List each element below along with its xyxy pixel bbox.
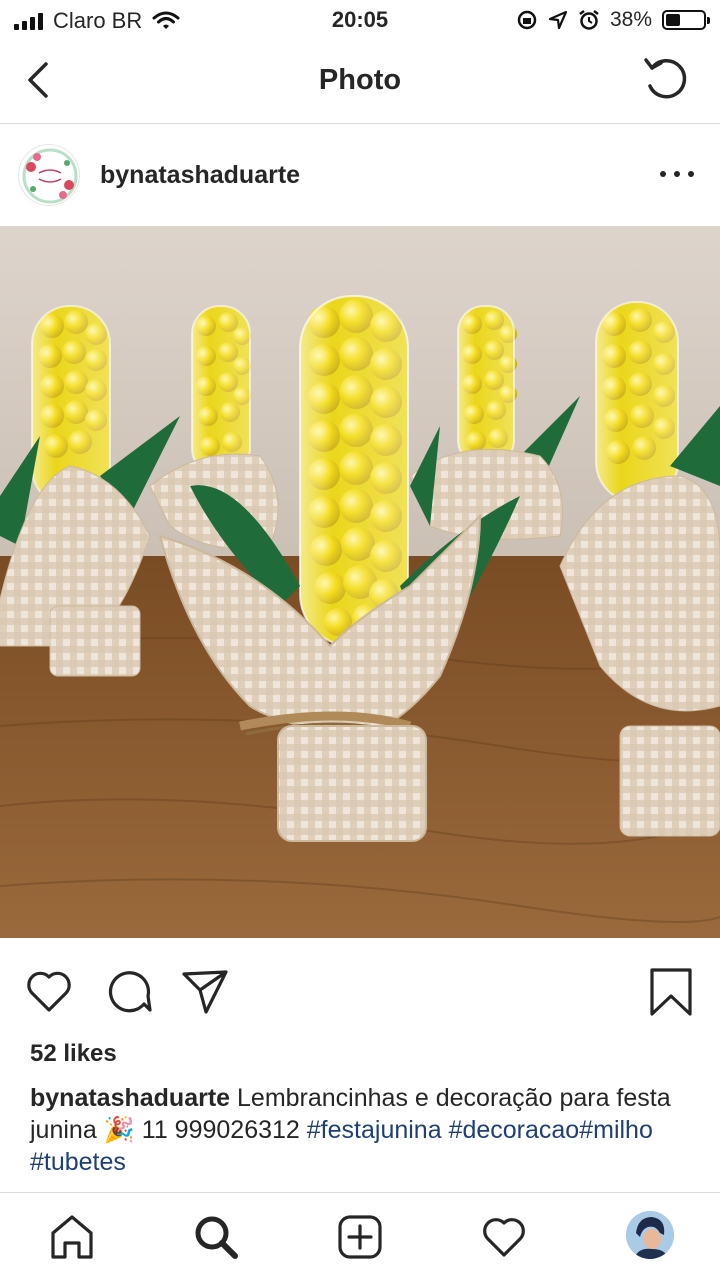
send-icon[interactable] — [180, 966, 230, 1016]
hashtag-link[interactable]: #decoracao — [449, 1116, 580, 1144]
bottom-tab-bar — [0, 1192, 720, 1280]
post-header: bynatashaduarte — [0, 124, 720, 226]
floral-logo-icon[interactable] — [18, 144, 80, 206]
hashtag-link[interactable]: #festajunina — [307, 1116, 442, 1144]
more-horizontal-icon[interactable] — [660, 164, 694, 184]
rotation-lock-icon — [517, 10, 537, 30]
post-photo[interactable] — [0, 226, 720, 938]
likes-count[interactable]: 52 likes — [30, 1040, 117, 1068]
heart-icon[interactable] — [24, 966, 74, 1016]
battery-percent: 38% — [609, 8, 652, 31]
alarm-icon — [579, 10, 599, 30]
caption-phone: 11 999026312 — [141, 1116, 300, 1144]
hashtag-link[interactable]: #milho — [579, 1116, 653, 1144]
post-username[interactable]: bynatashaduarte — [100, 161, 300, 190]
post-caption: bynatashaduarte Lembrancinhas e decoraçã… — [30, 1082, 690, 1178]
navigation-bar: Photo — [0, 40, 720, 124]
bookmark-icon[interactable] — [646, 966, 696, 1016]
comment-icon[interactable] — [104, 966, 154, 1016]
status-right: 38% — [516, 8, 710, 32]
profile-avatar[interactable] — [626, 1211, 674, 1259]
activity-heart-icon[interactable] — [480, 1213, 528, 1261]
battery-icon — [662, 10, 710, 30]
location-icon — [548, 10, 568, 30]
post-actions — [0, 938, 720, 1038]
refresh-icon[interactable] — [640, 54, 692, 106]
home-icon[interactable] — [48, 1213, 96, 1261]
status-bar: Claro BR 20:05 38% — [0, 0, 720, 40]
caption-username[interactable]: bynatashaduarte — [30, 1084, 230, 1112]
search-icon[interactable] — [192, 1213, 240, 1261]
hashtag-link[interactable]: #tubetes — [30, 1148, 126, 1176]
new-post-icon[interactable] — [336, 1213, 384, 1261]
battery-fill — [666, 14, 680, 26]
page-title: Photo — [318, 64, 402, 96]
party-emoji: 🎉 — [103, 1116, 135, 1144]
